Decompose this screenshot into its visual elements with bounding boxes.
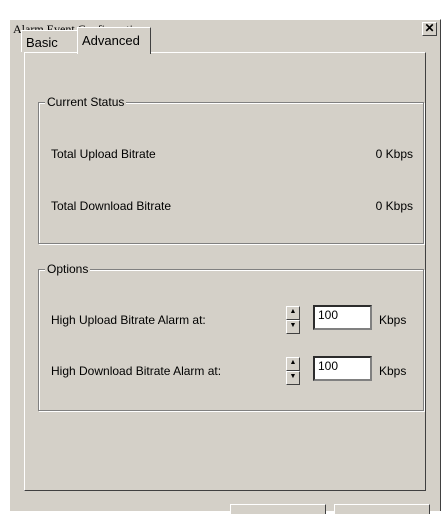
close-icon: ✕ <box>424 21 435 35</box>
high-upload-alarm-label: High Upload Bitrate Alarm at: <box>51 313 206 327</box>
up-arrow-icon[interactable]: ▲ <box>286 357 300 371</box>
close-button[interactable]: ✕ <box>422 22 437 36</box>
tab-basic[interactable]: Basic <box>21 30 79 52</box>
total-download-bitrate-value: 0 Kbps <box>375 199 413 213</box>
cancel-button[interactable] <box>334 504 430 514</box>
total-upload-bitrate-label: Total Upload Bitrate <box>51 147 156 161</box>
tab-advanced-label: Advanced <box>82 33 140 48</box>
current-status-group: Current Status Total Upload Bitrate 0 Kb… <box>38 95 424 244</box>
high-download-alarm-label: High Download Bitrate Alarm at: <box>51 364 222 378</box>
total-upload-bitrate-value: 0 Kbps <box>375 147 413 161</box>
upload-spinner[interactable]: ▲ ▼ <box>286 306 300 334</box>
download-threshold-input[interactable]: 100 <box>313 356 372 381</box>
current-status-legend: Current Status <box>45 95 127 109</box>
download-threshold-unit: Kbps <box>379 364 407 378</box>
total-download-bitrate-label: Total Download Bitrate <box>51 199 172 213</box>
upload-threshold-input[interactable]: 100 <box>313 305 372 330</box>
options-legend: Options <box>45 262 91 276</box>
down-arrow-icon[interactable]: ▼ <box>286 371 300 385</box>
tab-advanced[interactable]: Advanced <box>77 27 151 54</box>
options-group: Options High Upload Bitrate Alarm at: ▲ … <box>38 262 424 411</box>
tab-basic-label: Basic <box>26 35 58 50</box>
upload-threshold-unit: Kbps <box>379 313 407 327</box>
up-arrow-icon[interactable]: ▲ <box>286 306 300 320</box>
ok-button[interactable] <box>230 504 326 514</box>
download-spinner[interactable]: ▲ ▼ <box>286 357 300 385</box>
down-arrow-icon[interactable]: ▼ <box>286 320 300 334</box>
